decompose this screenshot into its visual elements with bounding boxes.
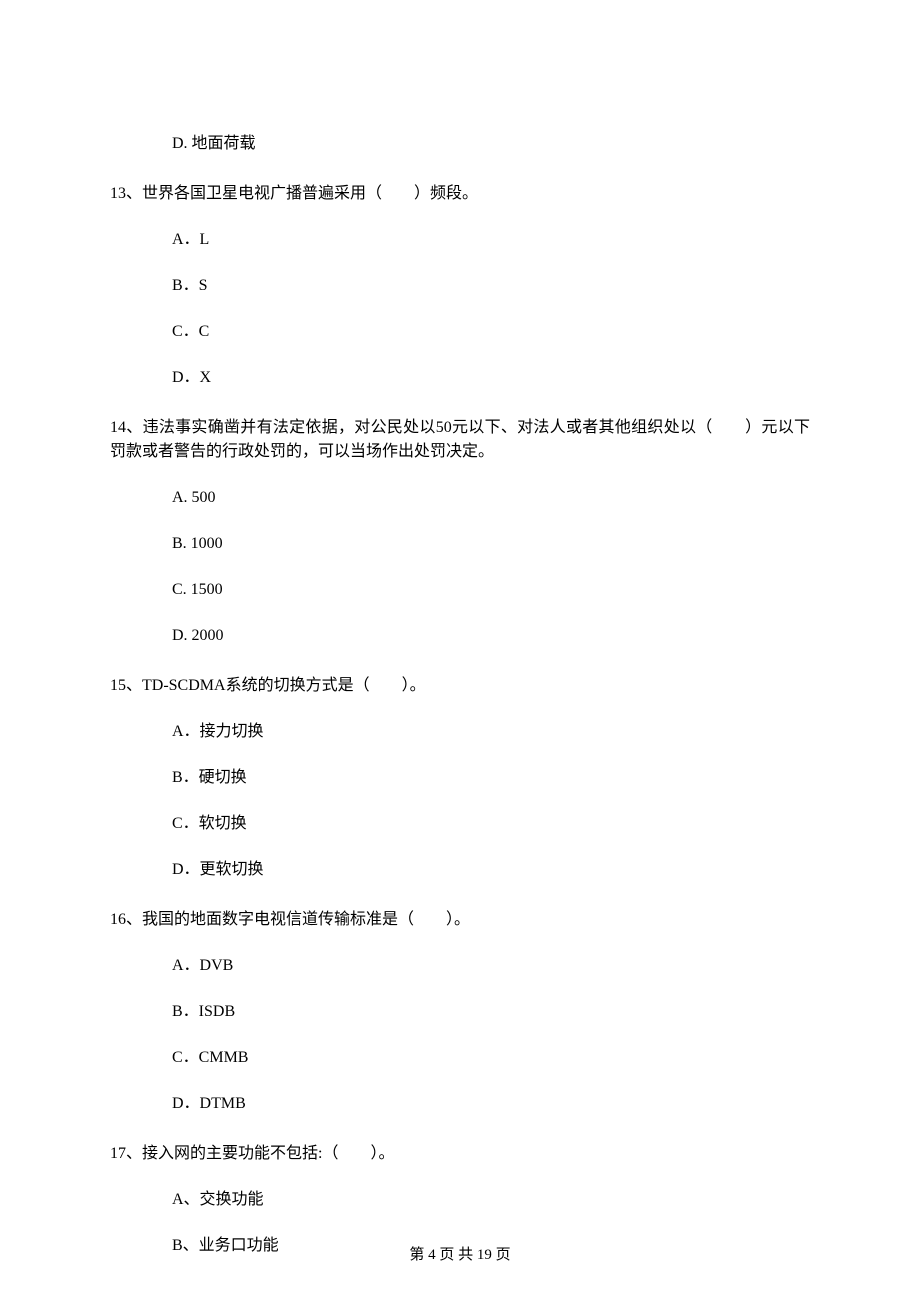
page-footer: 第 4 页 共 19 页 — [0, 1243, 920, 1264]
answer-option: A、交换功能 — [110, 1188, 810, 1212]
question-text: 15、TD-SCDMA系统的切换方式是（ ）。 — [110, 674, 810, 698]
answer-option: D. 地面荷载 — [110, 132, 810, 156]
answer-option: B. 1000 — [110, 532, 810, 556]
answer-option: B．硬切换 — [110, 766, 810, 790]
answer-option: A．接力切换 — [110, 720, 810, 744]
question-text: 14、违法事实确凿并有法定依据，对公民处以50元以下、对法人或者其他组织处以（ … — [110, 416, 810, 464]
question-text: 17、接入网的主要功能不包括:（ ）。 — [110, 1142, 810, 1166]
question-text: 16、我国的地面数字电视信道传输标准是（ ）。 — [110, 908, 810, 932]
answer-option: A．L — [110, 228, 810, 252]
answer-option: C．软切换 — [110, 812, 810, 836]
answer-option: D．更软切换 — [110, 858, 810, 882]
answer-option: C．CMMB — [110, 1046, 810, 1070]
answer-option: B．S — [110, 274, 810, 298]
answer-option: D．DTMB — [110, 1092, 810, 1116]
answer-option: D. 2000 — [110, 624, 810, 648]
question-text: 13、世界各国卫星电视广播普遍采用（ ）频段。 — [110, 182, 810, 206]
answer-option: C. 1500 — [110, 578, 810, 602]
page-body: D. 地面荷载 13、世界各国卫星电视广播普遍采用（ ）频段。 A．L B．S C．C D… — [0, 0, 920, 1258]
answer-option: A．DVB — [110, 954, 810, 978]
answer-option: B．ISDB — [110, 1000, 810, 1024]
answer-option: D．X — [110, 366, 810, 390]
answer-option: A. 500 — [110, 486, 810, 510]
answer-option: C．C — [110, 320, 810, 344]
